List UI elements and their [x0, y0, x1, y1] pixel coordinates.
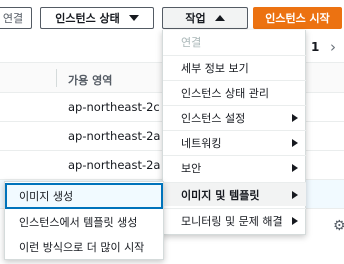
submenu-item-create-template-from-instance[interactable]: 인스턴스에서 템플릿 생성	[5, 209, 163, 235]
submenu-item-launch-more-like-this[interactable]: 이런 방식으로 더 많이 시작	[5, 234, 163, 260]
chevron-right-icon[interactable]: ›	[330, 38, 336, 56]
menu-item-label: 인스턴스 상태 관리	[181, 86, 269, 100]
menu-item-manage-instance-state[interactable]: 인스턴스 상태 관리	[163, 80, 306, 104]
menu-item-label: 이미지 및 템플릿	[181, 188, 260, 202]
availability-zone-header[interactable]: 가용 영역	[68, 72, 112, 88]
actions-label: 작업	[185, 12, 206, 25]
menu-item-networking[interactable]: 네트워킹	[163, 130, 306, 154]
submenu-item-label: 이미지 생성	[19, 190, 74, 203]
connect-button[interactable]: 연결	[0, 7, 32, 29]
caret-right-icon	[292, 191, 298, 199]
submenu-item-label: 인스턴스에서 템플릿 생성	[19, 216, 138, 229]
instance-state-button[interactable]: 인스턴스 상태	[40, 7, 154, 29]
launch-instances-button[interactable]: 인스턴스 시작	[253, 7, 342, 29]
menu-item-security[interactable]: 보안	[163, 155, 306, 179]
caret-right-icon	[292, 164, 298, 172]
menu-item-instance-settings[interactable]: 인스턴스 설정	[163, 105, 306, 129]
actions-menu: 연결 세부 정보 보기 인스턴스 상태 관리 인스턴스 설정 네트워킹 보안 이…	[162, 30, 306, 235]
submenu-item-label: 이런 방식으로 더 많이 시작	[19, 241, 145, 254]
menu-item-label: 보안	[181, 161, 202, 175]
menu-item-view-details[interactable]: 세부 정보 보기	[163, 55, 306, 79]
menu-item-label: 모니터링 및 문제 해결	[181, 214, 283, 228]
page-number[interactable]: 1	[311, 40, 319, 54]
instance-state-label: 인스턴스 상태	[55, 12, 120, 25]
menu-item-monitor-and-troubleshoot[interactable]: 모니터링 및 문제 해결	[163, 208, 306, 232]
menu-item-label: 연결	[181, 36, 202, 49]
availability-zone-cell: ap-northeast-2a	[68, 129, 161, 143]
actions-button[interactable]: 작업	[162, 7, 248, 29]
menu-item-label: 인스턴스 설정	[181, 111, 246, 125]
gear-icon[interactable]: ⚙	[333, 218, 344, 234]
availability-zone-cell: ap-northeast-2a	[68, 158, 161, 172]
submenu-item-create-image[interactable]: 이미지 생성	[5, 183, 163, 209]
menu-item-label: 네트워킹	[181, 136, 222, 150]
caret-right-icon	[292, 217, 298, 225]
menu-item-connect: 연결	[163, 30, 306, 54]
images-templates-submenu: 이미지 생성 인스턴스에서 템플릿 생성 이런 방식으로 더 많이 시작	[4, 181, 164, 260]
menu-item-label: 세부 정보 보기	[181, 61, 249, 75]
launch-instances-label: 인스턴스 시작	[265, 12, 330, 25]
connect-button-label: 연결	[2, 12, 24, 25]
menu-item-images-and-templates[interactable]: 이미지 및 템플릿	[163, 182, 306, 206]
column-divider[interactable]	[56, 69, 57, 87]
availability-zone-cell: ap-northeast-2c	[68, 100, 160, 114]
caret-down-icon	[128, 15, 139, 21]
caret-right-icon	[292, 139, 298, 147]
caret-right-icon	[292, 114, 298, 122]
caret-up-icon	[214, 15, 225, 21]
